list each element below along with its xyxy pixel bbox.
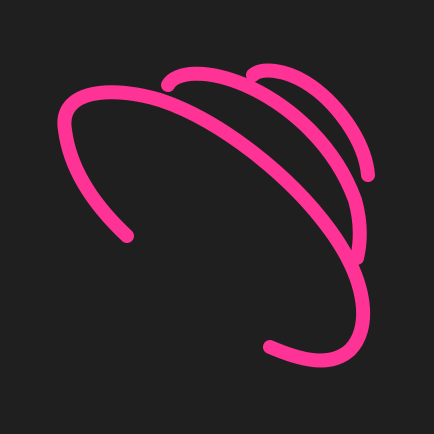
app-icon xyxy=(0,0,434,434)
pink-swirl-logo-icon xyxy=(57,63,375,368)
